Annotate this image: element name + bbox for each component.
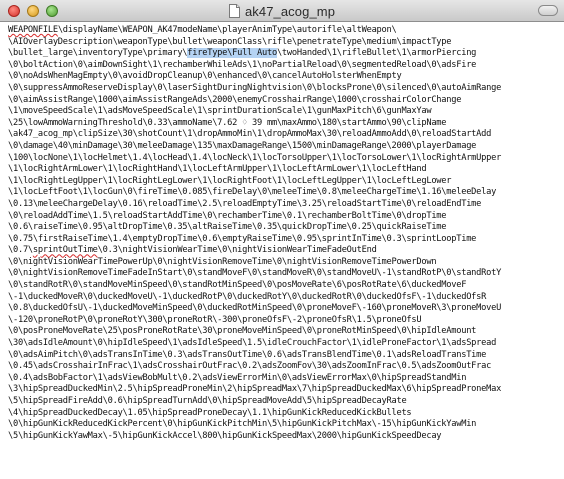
text-line: \0\boltAction\0\aimDownSight\1\rechamber… (8, 60, 560, 72)
text-line: \1\locRightArmLower\1\locRightHand\1\loc… (8, 164, 560, 176)
text-run: \5\hipSpreadFireAdd\0.6\hipSpreadTurnAdd… (8, 396, 407, 406)
text-line: \0\posProneMoveRate\25\posProneRotRate\3… (8, 326, 560, 338)
text-line: \0\hipGunKickReducedKickPercent\0\hipGun… (8, 419, 560, 431)
text-run: \0.6\raiseTime\0.95\altDropTime\0.35\alt… (8, 222, 447, 233)
text-run: \bullet_large\inventoryType\primary\ (8, 48, 188, 59)
text-run: \ak47_acog_mp\clipSize\30\shotCount\1\dr… (8, 129, 492, 140)
text-line: \0.8\duckedOfsU\-1\duckedMoveMinSpeed\0\… (8, 303, 560, 315)
text-run: \0.75\firstRaiseTime\1.4\emptyDropTime\0… (8, 233, 477, 244)
text-line: \0.45\adsCrosshairInFrac\1\adsCrosshairO… (8, 361, 560, 373)
text-run: \0\adsAimPitch\0\adsTransInTime\0.3\adsT… (8, 349, 487, 360)
text-run: \AIOverlayDescription\weaponType\bullet\… (8, 36, 452, 47)
title-group: ak47_acog_mp (0, 3, 564, 19)
window-title: ak47_acog_mp (244, 3, 336, 19)
text-run: \0\nightVisionWearTimePowerUp\0\nightVis… (8, 256, 437, 267)
text-line: \4\hipSpreadDuckedDecay\1.05\hipSpreadPr… (8, 408, 560, 420)
text-run: \0\boltAction\0\aimDownSight\1\rechamber… (8, 59, 477, 70)
text-run: \0.8\duckedOfsU\-1\duckedMoveMinSpeed\0\… (8, 303, 502, 314)
text-run: \25\lowAmmoWarningThreshold\0.33\ammoNam… (8, 117, 447, 128)
text-line: \bullet_large\inventoryType\primary\fire… (8, 48, 560, 60)
text-line: \0\aimAssistRange\1000\aimAssistRangeAds… (8, 95, 560, 107)
text-run: \0.4\adsBobFactor\1\adsViewBobMult\0.2\a… (8, 372, 467, 383)
text-line: \0\nightVisionRemoveTimeFadeInStart\0\st… (8, 268, 560, 280)
text-area[interactable]: WEAPONFILE\displayName\WEAPON_AK47modeNa… (0, 23, 564, 479)
text-run: \4\hipSpreadDuckedDecay\1.05\hipSpreadPr… (8, 407, 412, 418)
text-line: \0\damage\40\minDamage\30\meleeDamage\13… (8, 141, 560, 153)
title-bar[interactable]: ak47_acog_mp (0, 0, 564, 22)
text-editor-window: ak47_acog_mp WEAPONFILE\displayName\WEAP… (0, 0, 564, 479)
text-line: \0\suppressAmmoReserveDisplay\0\laserSig… (8, 83, 560, 95)
text-line: \ak47_acog_mp\clipSize\30\shotCount\1\dr… (8, 129, 560, 141)
text-run: \0.3\nightVisionWearTime\0\nightVisionWe… (97, 245, 377, 256)
text-run: \0.45\adsCrosshairInFrac\1\adsCrosshairO… (8, 361, 492, 372)
text-line: \0.7\sprintOutTime\0.3\nightVisionWearTi… (8, 245, 560, 257)
text-run: \0\aimAssistRange\1000\aimAssistRangeAds… (8, 94, 462, 105)
text-line: \1\locRightLegUpper\1\locRightLegLower\1… (8, 176, 560, 188)
text-run: \twoHanded\1\rifleBullet\1\armorPiercing (276, 48, 477, 59)
selected-text: fireType\Full Auto (187, 48, 277, 59)
text-run: \0\posProneMoveRate\25\posProneRotRate\3… (8, 326, 477, 337)
text-run: \0.13\meleeChargeDelay\0.16\reloadTime\2… (8, 198, 482, 209)
document-icon[interactable] (228, 4, 240, 18)
text-line: \30\adsIdleAmount\0\hipIdleSpeed\1\adsId… (8, 338, 560, 350)
text-run: \0\nightVisionRemoveTimeFadeInStart\0\st… (8, 268, 502, 279)
document-text[interactable]: WEAPONFILE\displayName\WEAPON_AK47modeNa… (8, 25, 560, 442)
text-run: \0\reloadAddTime\1.5\reloadStartAddTime\… (8, 210, 447, 221)
text-run: \displayName\WEAPON_AK47modeName\playerA… (57, 25, 397, 35)
text-line: \25\lowAmmoWarningThreshold\0.33\ammoNam… (8, 118, 560, 130)
text-run: \1\moveSpeedScale\1\adsMoveSpeedScale\1\… (8, 106, 432, 117)
text-line: \-1\duckedMoveR\0\duckedMoveU\-1\duckedR… (8, 292, 560, 304)
text-run: \5\hipGunKickYawMax\-5\hipGunKickAccel\8… (8, 430, 442, 441)
text-line: \1\locLeftFoot\1\locGun\0\fireTime\0.085… (8, 187, 560, 199)
text-line: \AIOverlayDescription\weaponType\bullet\… (8, 37, 560, 49)
text-run: \1\locLeftFoot\1\locGun\0\fireTime\0.085… (8, 187, 497, 198)
text-run: \30\adsIdleAmount\0\hipIdleSpeed\1\adsId… (8, 338, 497, 349)
text-run: \1\locRightArmLower\1\locRightHand\1\loc… (8, 164, 427, 175)
text-line: \0\standRotR\0\standMoveMinSpeed\0\stand… (8, 280, 560, 292)
text-run: \0.7\ (8, 245, 33, 256)
text-line: \0.4\adsBobFactor\1\adsViewBobMult\0.2\a… (8, 373, 560, 385)
text-line: \-120\proneRotP\0\proneRotY\300\proneRot… (8, 315, 560, 327)
text-run: \3\hipSpreadDuckedMin\2.5\hipSpreadProne… (8, 384, 502, 395)
text-run: \0\suppressAmmoReserveDisplay\0\laserSig… (8, 82, 502, 93)
text-line: \0\noAdsWhenMagEmpty\0\avoidDropCleanup\… (8, 71, 560, 83)
text-line: \100\locNone\1\locHelmet\1.4\locHead\1.4… (8, 153, 560, 165)
text-line: \1\moveSpeedScale\1\adsMoveSpeedScale\1\… (8, 106, 560, 118)
text-line: \0\adsAimPitch\0\adsTransInTime\0.3\adsT… (8, 350, 560, 362)
misspelled-word: WEAPONFILE (8, 25, 58, 35)
toolbar-toggle-button[interactable] (538, 5, 558, 16)
text-line: \0\nightVisionWearTimePowerUp\0\nightVis… (8, 257, 560, 269)
text-run: \-1\duckedMoveR\0\duckedMoveU\-1\duckedR… (8, 291, 487, 302)
text-run: \0\hipGunKickReducedKickPercent\0\hipGun… (8, 419, 477, 430)
text-run: \0\standRotR\0\standMoveMinSpeed\0\stand… (8, 280, 467, 291)
text-line: WEAPONFILE\displayName\WEAPON_AK47modeNa… (8, 25, 560, 37)
text-run: \-120\proneRotP\0\proneRotY\300\proneRot… (8, 314, 422, 325)
text-run: \0\damage\40\minDamage\30\meleeDamage\13… (8, 140, 477, 151)
text-line: \0\reloadAddTime\1.5\reloadStartAddTime\… (8, 211, 560, 223)
text-line: \5\hipGunKickYawMax\-5\hipGunKickAccel\8… (8, 431, 560, 443)
misspelled-word: sprintOutTime (32, 245, 98, 256)
text-line: \5\hipSpreadFireAdd\0.6\hipSpreadTurnAdd… (8, 396, 560, 408)
text-line: \0.75\firstRaiseTime\1.4\emptyDropTime\0… (8, 234, 560, 246)
text-line: \3\hipSpreadDuckedMin\2.5\hipSpreadProne… (8, 384, 560, 396)
text-line: \0.6\raiseTime\0.95\altDropTime\0.35\alt… (8, 222, 560, 234)
text-run: \1\locRightLegUpper\1\locRightLegLower\1… (8, 175, 452, 186)
text-run: \100\locNone\1\locHelmet\1.4\locHead\1.4… (8, 152, 502, 163)
text-line: \0.13\meleeChargeDelay\0.16\reloadTime\2… (8, 199, 560, 211)
text-run: \0\noAdsWhenMagEmpty\0\avoidDropCleanup\… (8, 71, 402, 82)
